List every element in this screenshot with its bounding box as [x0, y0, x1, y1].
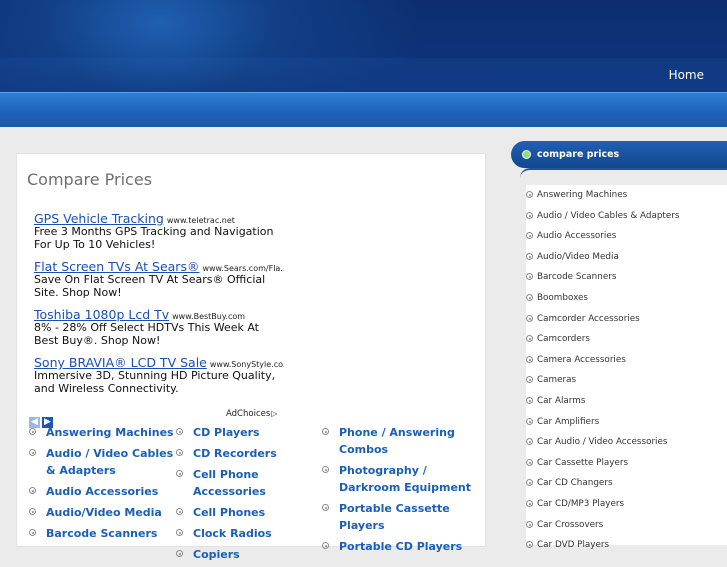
category-link[interactable]: Copiers — [176, 546, 321, 563]
bullet-icon — [526, 396, 533, 404]
category-link[interactable]: Portable CD Players — [322, 538, 472, 555]
bullet-icon — [526, 232, 533, 240]
category-link[interactable]: Audio / Video Cables & Adapters — [29, 445, 181, 479]
ad-url: www.Sears.com/Fla... — [202, 264, 284, 273]
ad-description: Free 3 Months GPS Tracking and Navigatio… — [34, 225, 274, 251]
ad-description: Immersive 3D, Stunning HD Picture Qualit… — [34, 369, 276, 395]
header-banner — [0, 0, 727, 92]
ad-title-link[interactable]: GPS Vehicle Tracking — [34, 211, 164, 226]
sidebar-item[interactable]: Camera Accessories — [526, 350, 727, 371]
ad-title-link[interactable]: Flat Screen TVs At Sears® — [34, 259, 199, 274]
sidebar-item[interactable]: Car Crossovers — [526, 515, 727, 536]
bullet-icon — [526, 211, 533, 219]
sidebar-item[interactable]: Car CD/MP3 Players — [526, 494, 727, 515]
bullet-icon — [526, 438, 533, 446]
navigation-bar — [0, 92, 727, 127]
sidebar-item[interactable]: Audio Accessories — [526, 226, 727, 247]
category-link[interactable]: CD Recorders — [176, 445, 321, 462]
bullet-icon — [29, 487, 36, 494]
sidebar-item[interactable]: Car CD Changers — [526, 473, 727, 494]
bullet-icon — [176, 529, 183, 536]
category-link[interactable]: Audio Accessories — [29, 483, 181, 500]
bullet-icon — [526, 314, 533, 322]
bullet-icon — [522, 150, 531, 159]
ad-item: Sony BRAVIA® LCD TV Sale www.SonyStyle.co… — [34, 353, 284, 395]
page-title: Compare Prices — [27, 170, 153, 189]
bullet-icon — [526, 520, 533, 528]
sidebar-item[interactable]: Audio/Video Media — [526, 247, 727, 268]
bullet-icon — [322, 428, 329, 435]
category-link[interactable]: Portable Cassette Players — [322, 500, 472, 534]
bullet-icon — [176, 428, 183, 435]
category-link[interactable]: Cell Phones — [176, 504, 321, 521]
sidebar-item[interactable]: Car DVD Players — [526, 535, 727, 556]
bullet-icon — [526, 417, 533, 425]
bullet-icon — [526, 499, 533, 507]
adchoices-icon: ▷ — [271, 409, 278, 418]
bullet-icon — [526, 355, 533, 363]
category-link[interactable]: Barcode Scanners — [29, 525, 181, 542]
ad-description: 8% - 28% Off Select HDTVs This Week At B… — [34, 321, 259, 347]
sidebar-item[interactable]: Camcorders — [526, 329, 727, 350]
category-link[interactable]: CD Players — [176, 424, 321, 441]
bullet-icon — [526, 252, 533, 260]
ad-title-link[interactable]: Sony BRAVIA® LCD TV Sale — [34, 355, 207, 370]
bullet-icon — [176, 449, 183, 456]
sidebar-divider — [520, 168, 727, 180]
bullet-icon — [29, 529, 36, 536]
adchoices-link[interactable]: AdChoices▷ — [226, 409, 277, 419]
bullet-icon — [29, 508, 36, 515]
sidebar-heading: compare prices — [511, 141, 727, 168]
bullet-icon — [29, 449, 36, 456]
adchoices-label: AdChoices — [226, 409, 271, 419]
category-link[interactable]: Photography / Darkroom Equipment — [322, 462, 472, 496]
bullet-icon — [322, 504, 329, 511]
bullet-icon — [526, 191, 533, 198]
sidebar-item[interactable]: Car Amplifiers — [526, 412, 727, 433]
nav-home-link[interactable]: Home — [669, 68, 704, 82]
sidebar-heading-label: compare prices — [537, 149, 620, 160]
bullet-icon — [29, 428, 36, 435]
category-link[interactable]: Phone / Answering Combos — [322, 424, 472, 458]
category-link[interactable]: Audio/Video Media — [29, 504, 181, 521]
bullet-icon — [176, 550, 183, 557]
bullet-icon — [322, 542, 329, 549]
bullet-icon — [526, 335, 533, 343]
bullet-icon — [176, 508, 183, 515]
category-link[interactable]: Answering Machines — [29, 424, 181, 441]
sidebar-item[interactable]: Boomboxes — [526, 288, 727, 309]
sidebar-item[interactable]: Cameras — [526, 370, 727, 391]
ad-url: www.BestBuy.com — [172, 312, 246, 321]
ad-url: www.SonyStyle.co... — [209, 360, 284, 369]
main-panel: Compare Prices GPS Vehicle Tracking www.t… — [16, 153, 486, 561]
ad-item: Toshiba 1080p Lcd Tv www.BestBuy.com 8% -… — [34, 305, 284, 347]
category-link[interactable]: Clock Radios — [176, 525, 321, 542]
ad-url: www.teletrac.net — [166, 216, 235, 225]
sidebar-item[interactable]: Car Alarms — [526, 391, 727, 412]
category-column: Answering Machines Audio / Video Cables … — [29, 424, 181, 546]
sidebar-item[interactable]: Barcode Scanners — [526, 267, 727, 288]
ad-item: GPS Vehicle Tracking www.teletrac.net Fre… — [34, 209, 284, 251]
ad-title-link[interactable]: Toshiba 1080p Lcd Tv — [34, 307, 169, 322]
bullet-icon — [322, 466, 329, 473]
category-column: CD Players CD Recorders Cell Phone Acces… — [176, 424, 321, 567]
sidebar-list: Answering Machines Audio / Video Cables … — [526, 185, 727, 550]
ad-block: GPS Vehicle Tracking www.teletrac.net Fre… — [34, 209, 284, 401]
category-link[interactable]: Cell Phone Accessories — [176, 466, 321, 500]
sidebar-item[interactable]: Audio / Video Cables & Adapters — [526, 206, 727, 227]
bullet-icon — [526, 293, 533, 301]
sidebar-item[interactable]: Car Audio / Video Accessories — [526, 432, 727, 453]
sidebar-item[interactable]: Car Cassette Players — [526, 453, 727, 474]
ad-item: Flat Screen TVs At Sears® www.Sears.com/F… — [34, 257, 284, 299]
bullet-icon — [526, 458, 533, 466]
category-column: Phone / Answering Combos Photography / D… — [322, 424, 472, 559]
sidebar-item[interactable]: Answering Machines — [526, 185, 727, 206]
ad-description: Save On Flat Screen TV At Sears® Officia… — [34, 273, 266, 299]
bullet-icon — [526, 273, 533, 281]
bullet-icon — [526, 479, 533, 487]
bullet-icon — [176, 470, 183, 477]
sidebar-item[interactable]: Camcorder Accessories — [526, 309, 727, 330]
bullet-icon — [526, 376, 533, 384]
